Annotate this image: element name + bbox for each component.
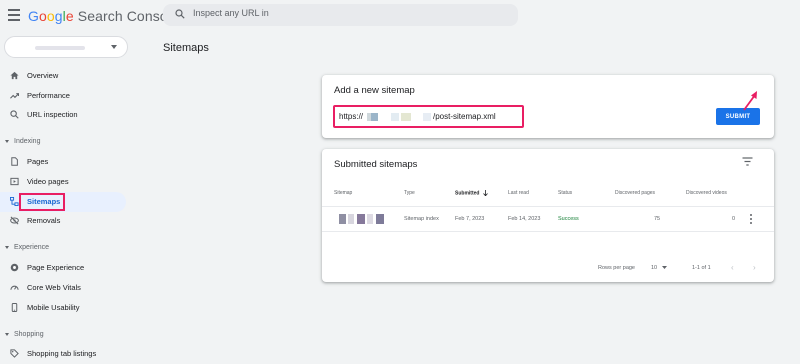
main-menu-button[interactable]: [8, 9, 20, 21]
column-header-label: Submitted: [455, 190, 480, 197]
sidebar-item-pages[interactable]: Pages: [0, 152, 126, 172]
pagination-range: 1-1 of 1: [692, 265, 711, 271]
cell-discovered-pages: 75: [654, 216, 661, 222]
column-header-submitted[interactable]: Submitted: [455, 190, 488, 197]
column-header-last-read[interactable]: Last read: [508, 190, 529, 196]
sidebar-item-label: Pages: [27, 157, 49, 166]
filter-icon[interactable]: [742, 157, 753, 166]
logo-letter: o: [39, 8, 47, 24]
sidebar-item-label: Mobile Usability: [27, 303, 80, 312]
trending-up-icon: [10, 93, 19, 99]
sidebar-item-label: Removals: [27, 216, 61, 225]
page-title: Sitemaps: [163, 42, 209, 54]
sidebar-item-mobile-usability[interactable]: Mobile Usability: [0, 298, 126, 318]
more-vert-icon[interactable]: [750, 214, 753, 225]
arrow-annotation-icon: [743, 91, 757, 111]
tag-icon: [10, 349, 19, 358]
column-header-sitemap[interactable]: Sitemap: [334, 190, 352, 196]
home-icon: [10, 71, 19, 80]
logo-letter: o: [46, 8, 55, 24]
sidebar-item-label: Shopping tab listings: [27, 349, 97, 358]
sidebar-item-label: Overview: [27, 71, 59, 80]
card-title: Submitted sitemaps: [334, 159, 418, 170]
chevron-down-icon: [661, 266, 667, 270]
video-page-icon: [10, 177, 19, 186]
chevron-down-icon: [5, 245, 9, 249]
cell-type: Sitemap index: [404, 216, 439, 222]
sidebar-section-indexing[interactable]: Indexing: [5, 138, 40, 145]
smartphone-icon: [11, 303, 18, 312]
cell-discovered-videos: 0: [732, 216, 736, 222]
chevron-down-icon: [111, 45, 117, 49]
chevron-left-icon[interactable]: ‹: [731, 263, 734, 272]
sidebar-item-video-pages[interactable]: Video pages: [0, 172, 126, 192]
page-experience-icon: [10, 263, 19, 272]
sidebar-item-label: Performance: [27, 91, 70, 100]
url-prefix: https://: [339, 112, 364, 121]
column-header-discovered-pages[interactable]: Discovered pages: [615, 190, 655, 196]
eye-off-icon: [10, 216, 19, 225]
speedometer-icon: [10, 285, 19, 290]
sidebar-item-page-experience[interactable]: Page Experience: [0, 258, 126, 278]
sitemap-icon: [10, 197, 19, 206]
add-sitemap-card: Add a new sitemap https:// /post-sitemap…: [322, 75, 774, 138]
document-icon: [11, 157, 18, 166]
logo-letter: g: [54, 8, 63, 24]
property-name-redacted: [35, 46, 85, 50]
search-input[interactable]: [193, 8, 493, 18]
redacted-sitemap-url: [339, 214, 384, 224]
sidebar-item-performance[interactable]: Performance: [0, 86, 126, 106]
submitted-sitemaps-card: Submitted sitemaps Sitemap Type Submitte…: [322, 149, 774, 282]
section-title: Shopping: [14, 331, 44, 338]
column-header-status[interactable]: Status: [558, 190, 572, 196]
chevron-down-icon: [5, 139, 9, 143]
sidebar-item-removals[interactable]: Removals: [0, 211, 126, 231]
sidebar-item-label: URL inspection: [27, 110, 78, 119]
sidebar-section-experience[interactable]: Experience: [5, 244, 49, 251]
sidebar-item-url-inspection[interactable]: URL inspection: [0, 105, 126, 125]
url-suffix: /post-sitemap.xml: [433, 112, 496, 121]
column-header-discovered-videos[interactable]: Discovered videos: [686, 190, 727, 196]
table-row[interactable]: Sitemap index Feb 7, 2023 Feb 14, 2023 S…: [322, 206, 774, 232]
cell-submitted: Feb 7, 2023: [455, 216, 485, 222]
arrow-down-icon: [483, 190, 488, 197]
app-logo[interactable]: Google Search Console: [28, 8, 179, 24]
status-badge: Success: [558, 216, 579, 222]
sidebar-item-overview[interactable]: Overview: [0, 66, 126, 86]
column-header-type[interactable]: Type: [404, 190, 415, 196]
sitemaps-highlight-annotation: [19, 193, 65, 211]
cell-last-read: Feb 14, 2023: [508, 216, 541, 222]
sitemap-url-input[interactable]: https:// /post-sitemap.xml: [333, 105, 524, 128]
sidebar-item-label: Page Experience: [27, 263, 85, 272]
redacted-domain: [367, 113, 431, 121]
logo-letter: G: [28, 8, 39, 24]
sidebar-item-shopping-tab-listings[interactable]: Shopping tab listings: [0, 344, 126, 364]
sidebar-item-label: Video pages: [27, 177, 69, 186]
url-inspect-search[interactable]: [163, 4, 518, 26]
section-title: Indexing: [14, 138, 41, 145]
rows-per-page-value: 10: [651, 265, 658, 271]
search-icon: [10, 110, 19, 119]
chevron-down-icon: [5, 332, 9, 336]
card-title: Add a new sitemap: [334, 85, 415, 96]
search-icon: [175, 9, 185, 19]
section-title: Experience: [14, 244, 50, 251]
chevron-right-icon[interactable]: ›: [753, 263, 756, 272]
sidebar-item-core-web-vitals[interactable]: Core Web Vitals: [0, 278, 126, 298]
logo-letter: e: [65, 8, 74, 24]
rows-per-page-select[interactable]: 10: [651, 265, 667, 271]
sidebar-item-label: Core Web Vitals: [27, 283, 81, 292]
property-selector[interactable]: [4, 36, 128, 58]
rows-per-page-label: Rows per page: [598, 265, 635, 271]
sidebar-section-shopping[interactable]: Shopping: [5, 331, 44, 338]
